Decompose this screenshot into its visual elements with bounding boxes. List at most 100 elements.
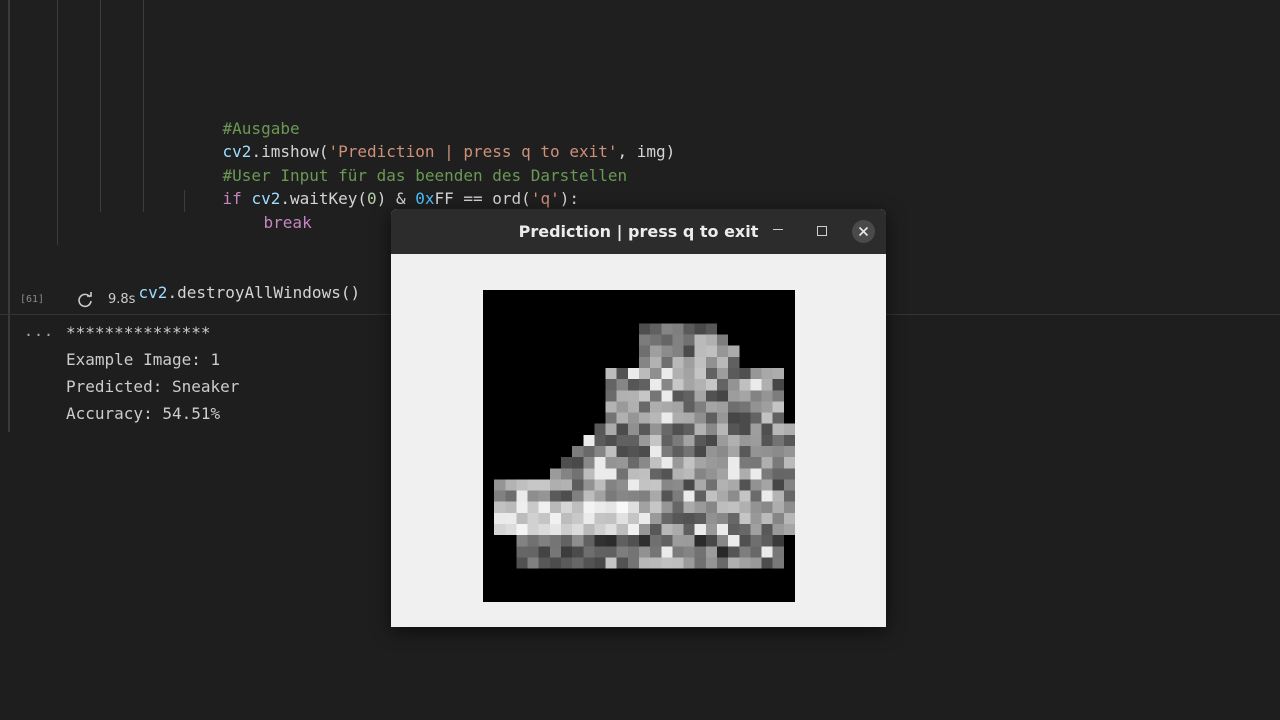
image-pixel: [594, 501, 606, 513]
image-pixel: [683, 446, 695, 458]
image-pixel: [739, 434, 751, 446]
output-more-button[interactable]: ...: [24, 322, 54, 340]
image-pixel: [683, 434, 695, 446]
image-pixel: [739, 490, 751, 502]
image-pixel: [583, 446, 595, 458]
image-pixel: [594, 446, 606, 458]
prediction-image: [483, 290, 795, 602]
image-pixel: [761, 412, 773, 424]
image-pixel: [772, 401, 784, 413]
refresh-icon[interactable]: [76, 291, 94, 309]
image-pixel: [772, 490, 784, 502]
image-pixel: [661, 557, 673, 569]
image-pixel: [661, 356, 673, 368]
image-pixel: [750, 390, 762, 402]
image-pixel: [750, 468, 762, 480]
prediction-window[interactable]: Prediction | press q to exit: [391, 209, 886, 627]
minimize-icon[interactable]: [773, 229, 783, 230]
image-pixel: [605, 379, 617, 391]
image-pixel: [616, 490, 628, 502]
image-pixel: [572, 501, 584, 513]
image-pixel: [694, 446, 706, 458]
image-pixel: [772, 535, 784, 547]
image-pixel: [728, 524, 740, 536]
image-pixel: [616, 401, 628, 413]
image-pixel: [572, 479, 584, 491]
image-pixel: [761, 401, 773, 413]
image-pixel: [561, 546, 573, 558]
image-pixel: [627, 379, 639, 391]
module-token: cv2: [138, 283, 168, 302]
image-pixel: [683, 345, 695, 357]
image-pixel: [772, 479, 784, 491]
image-pixel: [527, 524, 539, 536]
image-pixel: [616, 379, 628, 391]
image-pixel: [650, 368, 662, 380]
execution-duration: 9.8s: [108, 292, 136, 307]
image-pixel: [728, 546, 740, 558]
image-pixel: [672, 512, 684, 524]
image-pixel: [605, 512, 617, 524]
image-pixel: [561, 512, 573, 524]
image-pixel: [527, 546, 539, 558]
image-pixel: [594, 535, 606, 547]
image-pixel: [728, 557, 740, 569]
image-pixel: [783, 524, 795, 536]
image-pixel: [772, 390, 784, 402]
image-pixel: [705, 356, 717, 368]
image-pixel: [772, 379, 784, 391]
image-pixel: [494, 479, 506, 491]
image-pixel: [672, 468, 684, 480]
image-pixel: [672, 345, 684, 357]
image-pixel: [561, 524, 573, 536]
image-pixel: [583, 557, 595, 569]
image-pixel: [783, 501, 795, 513]
image-pixel: [750, 368, 762, 380]
operator-token: ) &: [376, 189, 416, 208]
image-pixel: [739, 446, 751, 458]
image-pixel: [717, 468, 729, 480]
output-line: ***************: [66, 323, 211, 342]
image-pixel: [639, 557, 651, 569]
image-pixel: [672, 379, 684, 391]
image-pixel: [739, 379, 751, 391]
image-pixel: [672, 535, 684, 547]
image-pixel: [616, 524, 628, 536]
image-pixel: [750, 546, 762, 558]
image-pixel: [683, 468, 695, 480]
window-title: Prediction | press q to exit: [518, 222, 759, 241]
image-pixel: [683, 390, 695, 402]
image-pixel: [583, 457, 595, 469]
maximize-icon[interactable]: [817, 226, 827, 236]
image-pixel: [717, 423, 729, 435]
image-pixel: [549, 546, 561, 558]
image-pixel: [739, 368, 751, 380]
image-pixel: [761, 434, 773, 446]
image-pixel: [728, 457, 740, 469]
image-pixel: [639, 379, 651, 391]
image-pixel: [661, 323, 673, 335]
image-pixel: [705, 490, 717, 502]
image-pixel: [661, 490, 673, 502]
image-pixel: [661, 535, 673, 547]
image-pixel: [627, 535, 639, 547]
close-button[interactable]: [852, 220, 875, 243]
image-pixel: [761, 379, 773, 391]
image-pixel: [516, 535, 528, 547]
image-pixel: [583, 546, 595, 558]
image-pixel: [639, 368, 651, 380]
image-pixel: [639, 412, 651, 424]
image-pixel: [783, 490, 795, 502]
image-pixel: [561, 457, 573, 469]
image-pixel: [761, 535, 773, 547]
image-pixel: [728, 390, 740, 402]
image-pixel: [639, 457, 651, 469]
image-pixel: [694, 457, 706, 469]
window-titlebar[interactable]: Prediction | press q to exit: [391, 209, 886, 254]
image-pixel: [683, 401, 695, 413]
image-pixel: [672, 434, 684, 446]
image-pixel: [627, 434, 639, 446]
image-pixel: [616, 501, 628, 513]
image-pixel: [572, 446, 584, 458]
output-line: Example Image: 1: [66, 350, 221, 369]
